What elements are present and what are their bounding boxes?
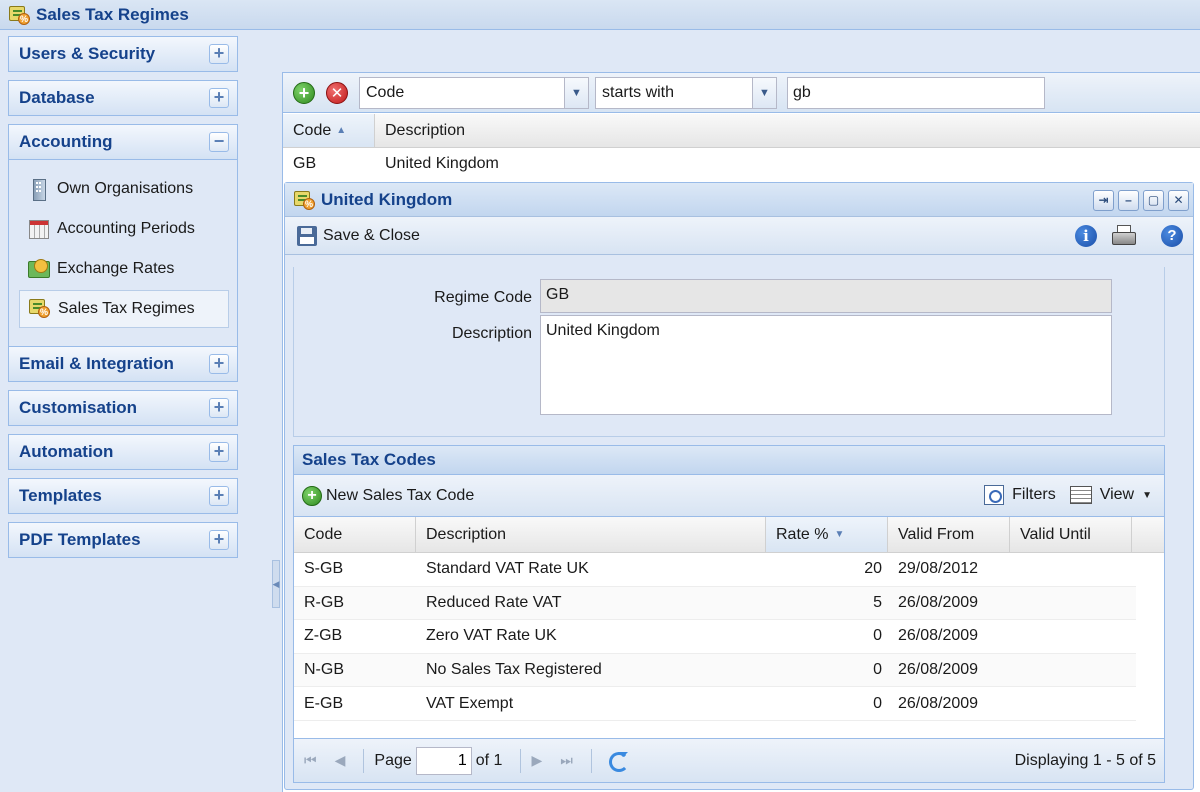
new-sales-tax-code-button[interactable]: New Sales Tax Code: [326, 487, 474, 505]
expand-icon[interactable]: +: [209, 44, 229, 64]
window-title: United Kingdom: [321, 189, 453, 209]
exchange-rates-icon: [27, 258, 51, 280]
section-database[interactable]: Database +: [8, 80, 238, 116]
description-label: Description: [451, 325, 532, 342]
chevron-down-icon[interactable]: ▼: [752, 78, 776, 108]
app-title: Sales Tax Regimes: [36, 4, 189, 24]
column-valid-from[interactable]: Valid From: [888, 517, 1010, 552]
table-row[interactable]: R-GB Reduced Rate VAT 5 26/08/2009: [294, 586, 1136, 621]
window-header[interactable]: % United Kingdom ⇥ – ▢ ✕: [285, 183, 1193, 217]
column-description[interactable]: Description: [416, 517, 766, 552]
table-row[interactable]: Z-GB Zero VAT Rate UK 0 26/08/2009: [294, 620, 1136, 654]
filter-operator-select[interactable]: starts with ▼: [595, 77, 777, 109]
section-templates[interactable]: Templates +: [8, 478, 238, 514]
last-page-icon[interactable]: ⏭: [560, 752, 573, 769]
sort-ascending-icon: ▲: [336, 125, 347, 136]
sidebar-item-exchange-rates[interactable]: Exchange Rates: [19, 250, 229, 288]
calendar-icon: [27, 218, 51, 240]
chevron-down-icon[interactable]: ▼: [564, 78, 588, 108]
table-row[interactable]: S-GB Standard VAT Rate UK 20 29/08/2012: [294, 553, 1136, 587]
chevron-down-icon[interactable]: ▼: [1142, 490, 1152, 501]
expand-icon[interactable]: +: [209, 530, 229, 550]
page-count: of 1: [475, 751, 503, 769]
expand-icon[interactable]: +: [209, 486, 229, 506]
sales-tax-icon: %: [8, 5, 30, 25]
sidebar: Users & Security + Database + Accounting…: [8, 36, 240, 792]
first-page-icon[interactable]: ⏮: [304, 752, 317, 769]
filter-icon: [984, 485, 1005, 505]
pin-icon[interactable]: ⇥: [1093, 190, 1114, 211]
sales-tax-icon: %: [28, 298, 50, 318]
filter-toolbar: + ✕ Code ▼ starts with ▼: [283, 73, 1200, 113]
column-valid-until[interactable]: Valid Until: [1010, 517, 1132, 552]
filter-value-input[interactable]: [787, 77, 1045, 109]
pagination-bar: ⏮ ◀ Page of 1 ▶ ⏭ Displaying 1 - 5 of 5: [293, 739, 1165, 783]
delete-icon[interactable]: ✕: [326, 82, 348, 104]
minimize-icon[interactable]: –: [1118, 190, 1139, 211]
save-icon: [297, 225, 317, 246]
accounting-items: Own Organisations Accounting Periods Exc…: [8, 160, 238, 372]
expand-icon[interactable]: +: [209, 354, 229, 374]
section-automation[interactable]: Automation +: [8, 434, 238, 470]
list-grid-header: Code ▲ Description: [283, 114, 1200, 148]
regime-window: % United Kingdom ⇥ – ▢ ✕ Save & Close i …: [284, 182, 1194, 790]
sort-descending-icon: ▼: [834, 529, 845, 540]
page-input[interactable]: [415, 746, 472, 775]
collapse-sidebar-handle[interactable]: ◀: [272, 560, 280, 608]
regime-form: Regime Code GB Description United Kingdo…: [293, 267, 1165, 437]
column-rate[interactable]: Rate % ▼: [766, 517, 888, 552]
sales-tax-icon: %: [293, 190, 315, 210]
section-accounting[interactable]: Accounting −: [8, 124, 238, 160]
section-email-integration[interactable]: Email & Integration +: [8, 346, 238, 382]
print-icon[interactable]: [1111, 225, 1136, 247]
close-icon[interactable]: ✕: [1168, 190, 1189, 211]
info-icon[interactable]: i: [1075, 225, 1097, 247]
add-icon: +: [302, 485, 322, 506]
section-users-security[interactable]: Users & Security +: [8, 36, 238, 72]
window-toolbar: Save & Close i ?: [285, 217, 1193, 255]
sidebar-item-own-organisations[interactable]: Own Organisations: [19, 170, 229, 208]
collapse-icon[interactable]: −: [209, 132, 229, 152]
column-code[interactable]: Code ▲: [283, 114, 375, 147]
sales-tax-codes-toolbar: + New Sales Tax Code Filters View ▼: [293, 475, 1165, 517]
displaying-info: Displaying 1 - 5 of 5: [1014, 752, 1156, 769]
building-icon: [27, 178, 51, 201]
description-field[interactable]: United Kingdom: [540, 315, 1112, 415]
refresh-icon[interactable]: [606, 749, 630, 773]
save-close-button[interactable]: Save & Close: [323, 227, 420, 245]
prev-page-icon[interactable]: ◀: [335, 752, 346, 769]
expand-icon[interactable]: +: [209, 442, 229, 462]
view-button[interactable]: View: [1100, 486, 1134, 504]
table-row[interactable]: N-GB No Sales Tax Registered 0 26/08/200…: [294, 653, 1136, 688]
sidebar-item-sales-tax-regimes[interactable]: % Sales Tax Regimes: [19, 290, 229, 328]
filter-field-select[interactable]: Code ▼: [359, 77, 589, 109]
view-icon: [1069, 486, 1092, 504]
tax-grid-header: Code Description Rate % ▼ Valid From Vali…: [294, 517, 1164, 553]
next-page-icon[interactable]: ▶: [531, 752, 542, 769]
regime-code-field[interactable]: GB: [540, 279, 1112, 313]
app-title-bar: % Sales Tax Regimes: [0, 0, 1200, 30]
page-label: Page: [374, 751, 412, 769]
expand-icon[interactable]: +: [209, 398, 229, 418]
sales-tax-codes-grid: Code Description Rate % ▼ Valid From Vali…: [293, 517, 1165, 739]
column-description[interactable]: Description: [375, 114, 1200, 147]
column-code[interactable]: Code: [294, 517, 416, 552]
maximize-icon[interactable]: ▢: [1143, 190, 1164, 211]
table-row[interactable]: GB United Kingdom: [283, 148, 1200, 180]
add-icon[interactable]: +: [293, 82, 315, 104]
sales-tax-codes-title: Sales Tax Codes: [293, 445, 1165, 475]
regime-code-label: Regime Code: [434, 289, 532, 306]
expand-icon[interactable]: +: [209, 88, 229, 108]
section-pdf-templates[interactable]: PDF Templates +: [8, 522, 238, 558]
filters-button[interactable]: Filters: [1012, 486, 1056, 504]
sidebar-item-accounting-periods[interactable]: Accounting Periods: [19, 210, 229, 248]
table-row[interactable]: E-GB VAT Exempt 0 26/08/2009: [294, 687, 1136, 721]
help-icon[interactable]: ?: [1161, 225, 1183, 247]
section-customisation[interactable]: Customisation +: [8, 390, 238, 426]
